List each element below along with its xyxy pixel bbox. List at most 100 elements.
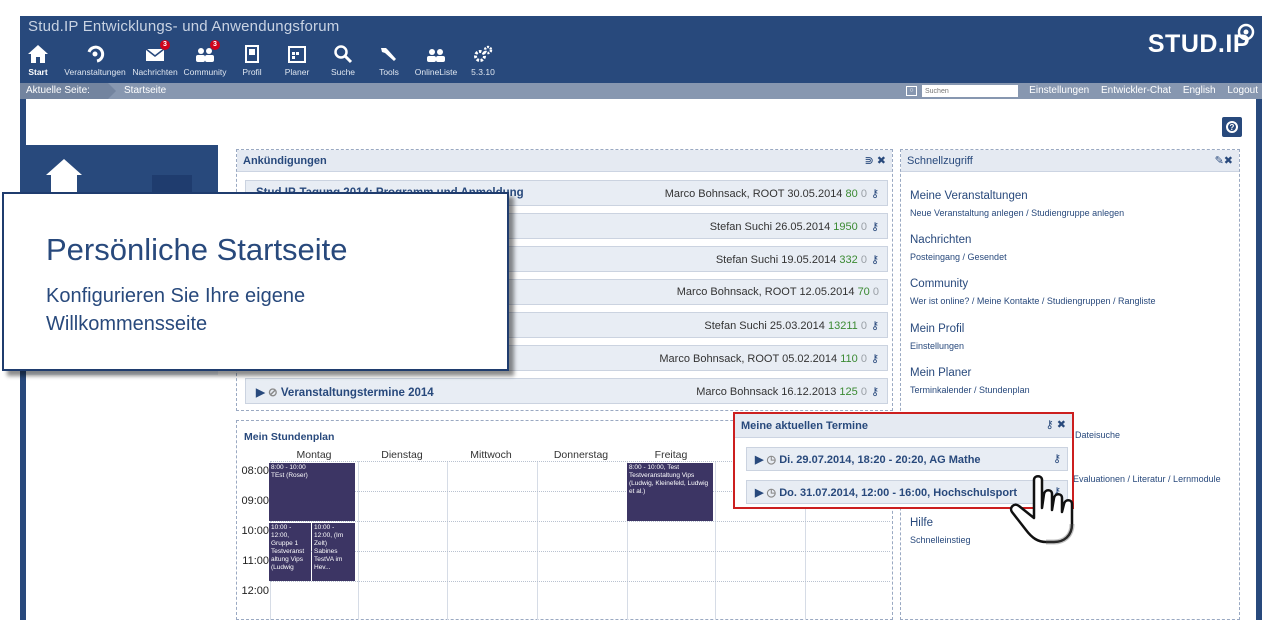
schedule-event[interactable]: 10:00 - 12:00, (Im Zelt) Sabines TestVA … — [312, 523, 355, 581]
day-header: Dienstag — [381, 449, 423, 461]
nav-version[interactable]: 5.3.10 — [468, 38, 498, 82]
tools-icon — [381, 48, 396, 61]
appointment-title[interactable]: ▶ ◷ Di. 29.07.2014, 18:20 - 20:20, AG Ma… — [755, 453, 981, 466]
nav-nachrichten[interactable]: 3 Nachrichten — [130, 38, 180, 82]
announcement-meta: Marco Bohnsack, ROOT 12.05.2014 70 0 — [677, 286, 879, 298]
community-badge: 3 — [210, 40, 220, 50]
view-count: 125 — [839, 386, 858, 398]
hour-label: 10:00 — [241, 525, 269, 537]
announcement-row[interactable]: ▶ ⊘ Veranstaltungstermine 2014 Marco Boh… — [245, 378, 888, 404]
announcement-meta: Marco Bohnsack, ROOT 05.02.2014 110 0 ⚷ — [659, 352, 879, 365]
grid-line — [715, 461, 716, 620]
quickaccess-links[interactable]: Neue Veranstaltung anlegen / Studiengrup… — [910, 208, 1124, 218]
appointment-title[interactable]: ▶ ◷ Do. 31.07.2014, 12:00 - 16:00, Hochs… — [755, 486, 1017, 499]
hour-label: 12:00 — [241, 585, 269, 597]
link-language[interactable]: English — [1183, 85, 1216, 96]
hand-cursor-icon — [1009, 475, 1075, 545]
grid-line — [358, 461, 359, 620]
studip-logo: STUD.IP — [1148, 23, 1255, 59]
day-header: Mittwoch — [470, 449, 512, 461]
schedule-event[interactable]: 10:00 - 12:00, Gruppe 1 Testveranst altu… — [269, 523, 311, 581]
calendar-icon — [288, 46, 306, 63]
link-logout[interactable]: Logout — [1227, 85, 1258, 96]
quickaccess-links[interactable]: Posteingang / Gesendet — [910, 252, 1007, 262]
announcement-meta: Stefan Suchi 25.03.2014 13211 0 ⚷ — [704, 319, 879, 332]
quickaccess-links[interactable]: Terminkalender / Stundenplan — [910, 385, 1030, 395]
nav-profil[interactable]: Profil — [236, 38, 268, 82]
quickaccess-heading[interactable]: Mein Profil — [910, 323, 964, 335]
quickaccess-heading[interactable]: Hilfe — [910, 517, 933, 529]
announcement-meta: Marco Bohnsack, ROOT 30.05.2014 80 0 ⚷ — [665, 187, 879, 200]
announcements-actions: ⋑ ✖ — [865, 154, 887, 167]
seminar-icon — [87, 45, 105, 63]
admin-key-icon[interactable]: ⚷ — [1053, 452, 1061, 465]
grid-line — [270, 521, 890, 522]
admin-key-icon[interactable]: ⚷ — [871, 221, 879, 233]
quickaccess-links[interactable]: Schnelleinstieg — [910, 535, 971, 545]
nav-label: Start — [28, 67, 48, 77]
nav-veranstaltungen[interactable]: Veranstaltungen — [60, 38, 130, 82]
admin-key-icon[interactable]: ⚷ — [871, 386, 879, 398]
nav-suche[interactable]: Suche — [328, 38, 358, 82]
search-icon — [334, 45, 353, 64]
nav-label: Nachrichten — [132, 67, 178, 77]
quickaccess-heading[interactable]: Meine Veranstaltungen — [910, 190, 1028, 202]
grid-line — [447, 461, 448, 620]
author: Stefan Suchi — [709, 221, 773, 233]
author: Marco Bohnsack — [696, 386, 779, 398]
nav-label: Profil — [242, 67, 262, 77]
admin-key-icon[interactable]: ⚷ — [871, 353, 879, 365]
link-entwickler-chat[interactable]: Entwickler-Chat — [1101, 85, 1171, 96]
gears-icon — [474, 45, 493, 62]
quickaccess-title: Schnellzugriff — [907, 155, 973, 167]
rss-icon[interactable]: ⋑ — [865, 155, 874, 167]
announcements-header: Ankündigungen ⋑ ✖ — [237, 150, 892, 172]
day-header: Montag — [296, 449, 332, 461]
close-icon[interactable]: ✖ — [1224, 155, 1233, 167]
help-icon: ? — [1226, 121, 1238, 133]
appointment-row[interactable]: ▶ ◷ Di. 29.07.2014, 18:20 - 20:20, AG Ma… — [746, 447, 1068, 471]
frame-right — [1256, 99, 1262, 620]
admin-key-icon[interactable]: ⚷ — [871, 188, 879, 200]
help-button[interactable]: ? — [1222, 117, 1242, 137]
quickaccess-links[interactable]: Dateisuche — [1075, 430, 1120, 440]
close-icon[interactable]: ✖ — [877, 155, 886, 167]
nav-tools[interactable]: Tools — [374, 38, 404, 82]
grid-line — [537, 461, 538, 620]
nav-planer[interactable]: Planer — [282, 38, 312, 82]
comment-count: 0 — [872, 286, 879, 298]
day-header: Freitag — [654, 449, 688, 461]
date: 26.05.2014 — [775, 221, 831, 233]
search-input[interactable] — [922, 85, 1018, 97]
nav-community[interactable]: 3 Community — [180, 38, 230, 82]
edit-icon[interactable]: ✎ — [1215, 155, 1224, 167]
nav-onlineliste[interactable]: OnlineListe — [412, 38, 460, 82]
settings-key-icon[interactable]: ⚷ — [1046, 419, 1054, 431]
close-icon[interactable]: ✖ — [1057, 419, 1066, 431]
quickaccess-heading[interactable]: Nachrichten — [910, 234, 971, 246]
admin-key-icon[interactable]: ⚷ — [871, 320, 879, 332]
author: Marco Bohnsack, ROOT — [664, 188, 785, 200]
announcement-title-text: Veranstaltungstermine 2014 — [280, 387, 434, 399]
view-count: 13211 — [827, 320, 858, 332]
quickaccess-links[interactable]: Einstellungen — [910, 341, 964, 351]
site-title: Stud.IP Entwicklungs- und Anwendungsforu… — [28, 18, 340, 35]
view-count: 332 — [839, 254, 858, 266]
admin-key-icon[interactable]: ⚷ — [871, 254, 879, 266]
quickaccess-heading[interactable]: Mein Planer — [910, 367, 971, 379]
quickaccess-heading[interactable]: Community — [910, 278, 968, 290]
link-einstellungen[interactable]: Einstellungen — [1029, 85, 1089, 96]
view-count: 110 — [840, 353, 858, 365]
nav-start[interactable]: Start — [22, 38, 54, 82]
schedule-event[interactable]: 8:00 - 10:00, Test Testveranstaltung Vip… — [627, 463, 713, 521]
schedule-event[interactable]: 8:00 - 10:00 TEst (Roser) — [269, 463, 355, 521]
screenshot-stage: Stud.IP Entwicklungs- und Anwendungsforu… — [0, 0, 1280, 620]
announcement-title[interactable]: ▶ ⊘ Veranstaltungstermine 2014 — [256, 385, 434, 399]
quickaccess-header: Schnellzugriff ✎✖ — [901, 150, 1239, 172]
quickaccess-links[interactable]: Wer ist online? / Meine Kontakte / Studi… — [910, 296, 1155, 306]
clock-icon: ◷ — [766, 487, 777, 499]
quickaccess-actions: ✎✖ — [1215, 154, 1233, 167]
view-count: 80 — [845, 188, 858, 200]
search-scope-checkbox[interactable]: ○ — [906, 86, 917, 96]
appointments-header: Meine aktuellen Termine ⚷ ✖ — [735, 414, 1072, 438]
